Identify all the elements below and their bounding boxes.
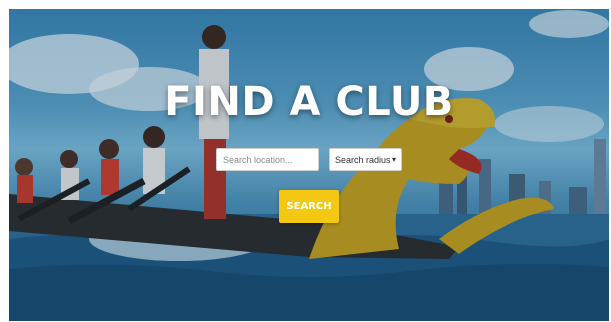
hero-banner: FIND A CLUB Search radius ▾ SEARCH bbox=[9, 9, 609, 321]
search-form: Search radius ▾ bbox=[9, 148, 609, 171]
chevron-down-icon: ▾ bbox=[391, 155, 396, 164]
location-search-input[interactable] bbox=[216, 148, 319, 171]
page-title: FIND A CLUB bbox=[164, 79, 454, 125]
search-radius-select[interactable]: Search radius ▾ bbox=[329, 148, 402, 171]
search-button[interactable]: SEARCH bbox=[279, 190, 339, 223]
search-radius-value: Search radius bbox=[335, 154, 391, 165]
